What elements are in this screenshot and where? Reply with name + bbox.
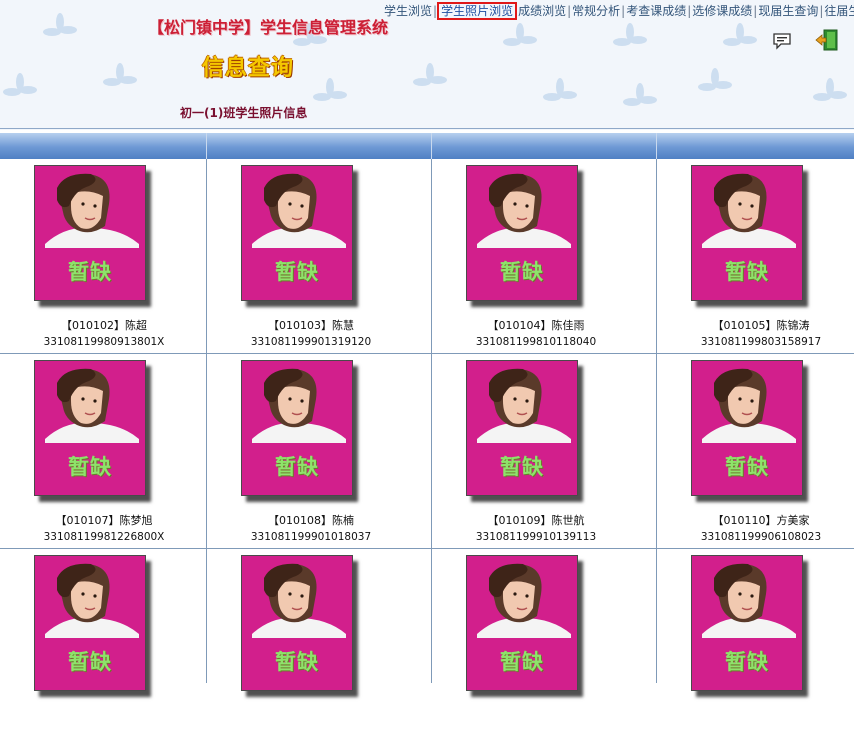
photo-missing-label: 暂缺	[500, 260, 544, 284]
student-card: 暂缺 【010108】陈楠 331081199901018037	[207, 354, 415, 548]
student-card: 暂缺	[657, 549, 854, 743]
photo-missing-label: 暂缺	[275, 455, 319, 479]
student-name-label: 【010102】陈超	[61, 319, 147, 332]
student-photo[interactable]: 暂缺	[691, 555, 803, 691]
student-id-number: 331081199906108023	[700, 531, 822, 543]
message-icon[interactable]	[772, 32, 792, 50]
photo-missing-label: 暂缺	[275, 260, 319, 284]
student-name-label: 【010110】方美家	[712, 514, 810, 527]
student-photo[interactable]: 暂缺	[466, 165, 578, 301]
student-id-number: 331081199910139113	[475, 531, 597, 543]
photo-missing-label: 暂缺	[500, 650, 544, 674]
student-photo[interactable]: 暂缺	[241, 555, 353, 691]
student-id-number: 33108119980913801X	[43, 336, 165, 348]
student-id-number: 331081199803158917	[700, 336, 822, 348]
student-photo[interactable]: 暂缺	[34, 555, 146, 691]
nav-item-score-browse[interactable]: 成绩浏览	[517, 4, 567, 18]
system-title: 【松门镇中学】学生信息管理系统	[148, 18, 389, 37]
student-card: 暂缺 【010104】陈佳雨 331081199810118040	[432, 159, 640, 353]
photo-missing-label: 暂缺	[68, 455, 112, 479]
student-photo[interactable]: 暂缺	[466, 360, 578, 496]
student-photo[interactable]: 暂缺	[691, 165, 803, 301]
header-divider	[0, 128, 854, 129]
student-photo[interactable]: 暂缺	[466, 555, 578, 691]
top-navigation: 学生浏览| 学生照片浏览 成绩浏览|常规分析|考查课成绩|选修课成绩|现届生查询|往…	[383, 2, 854, 20]
photo-missing-label: 暂缺	[275, 650, 319, 674]
student-card: 暂缺	[207, 549, 415, 743]
student-card: 暂缺 【010107】陈梦旭 33108119981226800X	[0, 354, 208, 548]
photo-missing-label: 暂缺	[725, 650, 769, 674]
student-name-label: 【010103】陈慧	[268, 319, 354, 332]
student-photo[interactable]: 暂缺	[691, 360, 803, 496]
student-card: 暂缺 【010105】陈锦涛 331081199803158917	[657, 159, 854, 353]
student-photo[interactable]: 暂缺	[34, 165, 146, 301]
student-id-number: 331081199901319120	[250, 336, 372, 348]
photo-missing-label: 暂缺	[68, 650, 112, 674]
page-header: 学生浏览| 学生照片浏览 成绩浏览|常规分析|考查课成绩|选修课成绩|现届生查询|往…	[0, 0, 854, 130]
student-card: 暂缺 【010103】陈慧 331081199901319120	[207, 159, 415, 353]
nav-item-elective-scores[interactable]: 选修课成绩	[691, 4, 753, 18]
student-name-label: 【010108】陈楠	[268, 514, 354, 527]
photo-missing-label: 暂缺	[500, 455, 544, 479]
student-card: 暂缺	[432, 549, 640, 743]
nav-item-student-browse[interactable]: 学生浏览	[383, 4, 433, 18]
class-caption: 初一(1)班学生照片信息	[180, 106, 308, 120]
student-name-label: 【010109】陈世航	[487, 514, 585, 527]
nav-item-assessment-scores[interactable]: 考查课成绩	[625, 4, 687, 18]
student-name-label: 【010105】陈锦涛	[712, 319, 810, 332]
photo-missing-label: 暂缺	[725, 260, 769, 284]
photo-grid-header	[0, 133, 854, 159]
exit-door-icon[interactable]	[815, 28, 839, 52]
page-heading: 信息查询	[202, 56, 295, 81]
student-name-label: 【010107】陈梦旭	[55, 514, 153, 527]
student-name-label: 【010104】陈佳雨	[487, 319, 585, 332]
student-photo[interactable]: 暂缺	[241, 360, 353, 496]
student-id-number: 331081199810118040	[475, 336, 597, 348]
student-photo[interactable]: 暂缺	[34, 360, 146, 496]
nav-item-former-students[interactable]: 往届生	[823, 4, 854, 18]
student-card: 暂缺 【010110】方美家 331081199906108023	[657, 354, 854, 548]
nav-item-student-photo-browse[interactable]: 学生照片浏览	[437, 2, 518, 20]
student-id-number: 331081199901018037	[250, 531, 372, 543]
nav-item-routine-analysis[interactable]: 常规分析	[571, 4, 621, 18]
nav-item-current-students[interactable]: 现届生查询	[757, 4, 819, 18]
student-card: 暂缺	[0, 549, 208, 743]
student-photo[interactable]: 暂缺	[241, 165, 353, 301]
student-photo-grid: 暂缺 【010102】陈超 33108119980913801X 暂缺 【010…	[0, 159, 854, 691]
student-id-number: 33108119981226800X	[43, 531, 165, 543]
photo-missing-label: 暂缺	[68, 260, 112, 284]
photo-missing-label: 暂缺	[725, 455, 769, 479]
student-card: 暂缺 【010102】陈超 33108119980913801X	[0, 159, 208, 353]
student-card: 暂缺 【010109】陈世航 331081199910139113	[432, 354, 640, 548]
